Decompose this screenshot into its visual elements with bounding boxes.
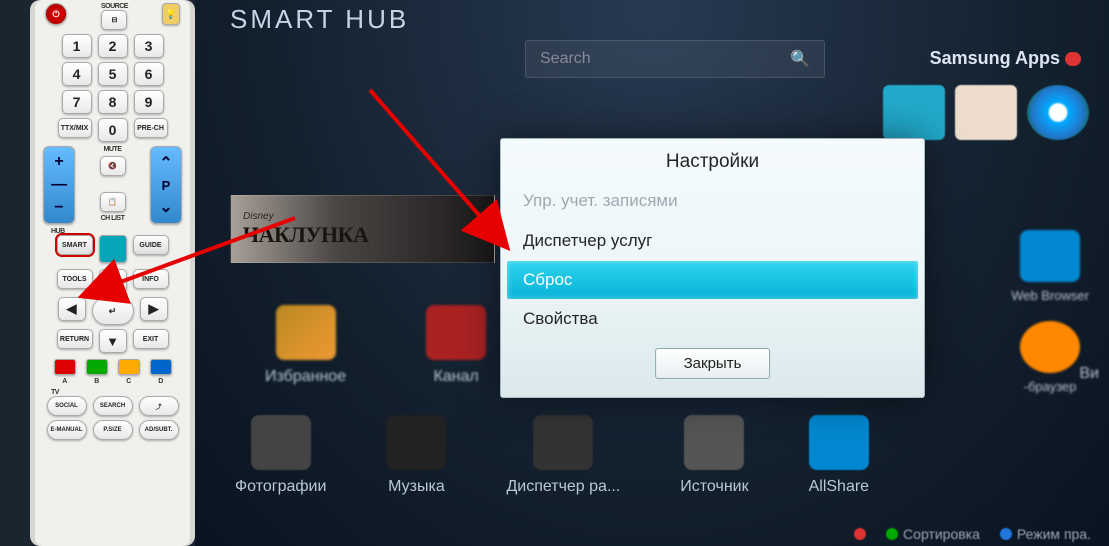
source-icon bbox=[684, 415, 744, 470]
prech-button[interactable]: PRE-CH bbox=[134, 118, 168, 138]
dialog-item-properties[interactable]: Свойства bbox=[501, 299, 924, 339]
num-3[interactable]: 3 bbox=[134, 34, 164, 58]
adsubt-button[interactable]: AD/SUBT. bbox=[139, 420, 179, 440]
badge-icon bbox=[1065, 52, 1081, 66]
left-arrow[interactable]: ◀ bbox=[58, 297, 86, 321]
num-6[interactable]: 6 bbox=[134, 62, 164, 86]
remote-control: ⏻ SOURCE ⊟ 💡 1 2 3 4 5 6 7 8 9 TTX/MIX 0… bbox=[35, 0, 190, 546]
settings-dialog: Настройки Упр. учет. записями Диспетчер … bbox=[500, 138, 925, 398]
top-app-2[interactable] bbox=[955, 85, 1017, 140]
num-8[interactable]: 8 bbox=[98, 90, 128, 114]
tv-label: TV bbox=[51, 389, 182, 396]
dialog-item-accounts[interactable]: Упр. учет. записями bbox=[501, 181, 924, 221]
banner-title: ЧАКЛУНКА bbox=[243, 222, 368, 247]
ch-down-icon: ⌄ bbox=[159, 197, 172, 217]
app-row-2: Фотографии Музыка Диспетчер ра... Источн… bbox=[235, 415, 869, 496]
info-button[interactable]: INFO bbox=[133, 269, 169, 289]
allshare-app[interactable]: AllShare bbox=[809, 415, 869, 496]
emanual-button[interactable]: E-MANUAL bbox=[47, 420, 87, 440]
vol-up-icon: + bbox=[54, 153, 63, 171]
hub-label: HUB bbox=[51, 228, 182, 235]
video-app-label[interactable]: Ви bbox=[1079, 365, 1099, 383]
guide-button[interactable]: GUIDE bbox=[133, 235, 169, 255]
exit-button[interactable]: EXIT bbox=[133, 329, 169, 349]
samsung-apps-link[interactable]: Samsung Apps bbox=[930, 48, 1081, 69]
globe-icon bbox=[1020, 230, 1080, 282]
d-button[interactable]: ⤴ bbox=[139, 396, 179, 416]
right-app-column: Web Browser -браузер bbox=[1011, 230, 1089, 394]
enter-button[interactable]: ↵ bbox=[92, 297, 134, 325]
web-browser-app[interactable]: Web Browser bbox=[1011, 230, 1089, 303]
psize-button[interactable]: P.SIZE bbox=[93, 420, 133, 440]
source-app[interactable]: Источник bbox=[680, 415, 748, 496]
num-1[interactable]: 1 bbox=[62, 34, 92, 58]
return-button[interactable]: RETURN bbox=[57, 329, 93, 349]
right-arrow[interactable]: ▶ bbox=[140, 297, 168, 321]
tools-button[interactable]: TOOLS bbox=[57, 269, 93, 289]
ttx-button[interactable]: TTX/MIX bbox=[58, 118, 92, 138]
num-0[interactable]: 0 bbox=[98, 118, 128, 142]
social-button[interactable]: SOCIAL bbox=[47, 396, 87, 416]
search-input[interactable]: Search 🔍 bbox=[525, 40, 825, 78]
up-arrow[interactable]: ▲ bbox=[99, 269, 127, 293]
down-arrow[interactable]: ▼ bbox=[99, 329, 127, 353]
search-icon: 🔍 bbox=[790, 49, 810, 69]
dialog-item-services[interactable]: Диспетчер услуг bbox=[501, 221, 924, 261]
music-app[interactable]: Музыка bbox=[386, 415, 446, 496]
light-button[interactable]: 💡 bbox=[162, 3, 180, 25]
footer-d-mode: Режим пра. bbox=[1000, 526, 1091, 542]
channel-app[interactable]: Канал bbox=[426, 305, 486, 386]
smart-hub-button[interactable]: SMART bbox=[57, 235, 93, 255]
footer-a bbox=[854, 526, 866, 542]
volume-rocker[interactable]: + — − bbox=[43, 146, 75, 224]
music-icon bbox=[386, 415, 446, 470]
dialog-title: Настройки bbox=[501, 139, 924, 181]
dispatcher-icon bbox=[533, 415, 593, 470]
channel-rocker[interactable]: ⌃ P ⌄ bbox=[150, 146, 182, 224]
footer-b-sort: Сортировка bbox=[886, 526, 980, 542]
dialog-close-button[interactable]: Закрыть bbox=[655, 348, 771, 379]
search-placeholder: Search bbox=[540, 50, 591, 68]
dispatcher-app[interactable]: Диспетчер ра... bbox=[506, 415, 620, 496]
menu-icon-button[interactable] bbox=[99, 235, 127, 263]
browser-icon bbox=[1020, 321, 1080, 373]
photos-app[interactable]: Фотографии bbox=[235, 415, 326, 496]
color-d-button[interactable] bbox=[150, 359, 172, 375]
allshare-icon bbox=[809, 415, 869, 470]
chlist-button[interactable]: 📋 bbox=[100, 192, 126, 212]
top-app-1[interactable] bbox=[883, 85, 945, 140]
num-9[interactable]: 9 bbox=[134, 90, 164, 114]
vol-down-icon: − bbox=[54, 199, 63, 217]
source-button[interactable]: ⊟ bbox=[101, 10, 127, 30]
num-4[interactable]: 4 bbox=[62, 62, 92, 86]
footer-nav: Сортировка Режим пра. bbox=[854, 526, 1091, 542]
mute-button[interactable]: 🔇 bbox=[100, 156, 126, 176]
power-button[interactable]: ⏻ bbox=[45, 3, 67, 25]
tv-screen: SMART HUB Search 🔍 Samsung Apps Disney Ч… bbox=[195, 0, 1109, 546]
photos-icon bbox=[251, 415, 311, 470]
color-b-button[interactable] bbox=[86, 359, 108, 375]
dialog-item-reset[interactable]: Сброс bbox=[507, 261, 918, 299]
color-a-button[interactable] bbox=[54, 359, 76, 375]
source-label: SOURCE bbox=[101, 3, 128, 10]
app-row-1: Избранное Канал bbox=[265, 305, 486, 386]
num-5[interactable]: 5 bbox=[98, 62, 128, 86]
featured-banner[interactable]: Disney ЧАКЛУНКА bbox=[230, 195, 495, 263]
num-7[interactable]: 7 bbox=[62, 90, 92, 114]
browser-app[interactable]: -браузер bbox=[1011, 321, 1089, 394]
ch-up-icon: ⌃ bbox=[159, 153, 172, 173]
favorites-app[interactable]: Избранное bbox=[265, 305, 346, 386]
color-c-button[interactable] bbox=[118, 359, 140, 375]
favorites-icon bbox=[276, 305, 336, 360]
top-app-row bbox=[883, 85, 1089, 140]
num-2[interactable]: 2 bbox=[98, 34, 128, 58]
banner-brand: Disney bbox=[243, 211, 368, 222]
search-button[interactable]: SEARCH bbox=[93, 396, 133, 416]
mute-label: MUTE bbox=[104, 146, 122, 153]
chlist-label: CH LIST bbox=[101, 215, 125, 222]
top-app-3[interactable] bbox=[1027, 85, 1089, 140]
channel-icon bbox=[426, 305, 486, 360]
smarthub-title: SMART HUB bbox=[230, 4, 409, 35]
